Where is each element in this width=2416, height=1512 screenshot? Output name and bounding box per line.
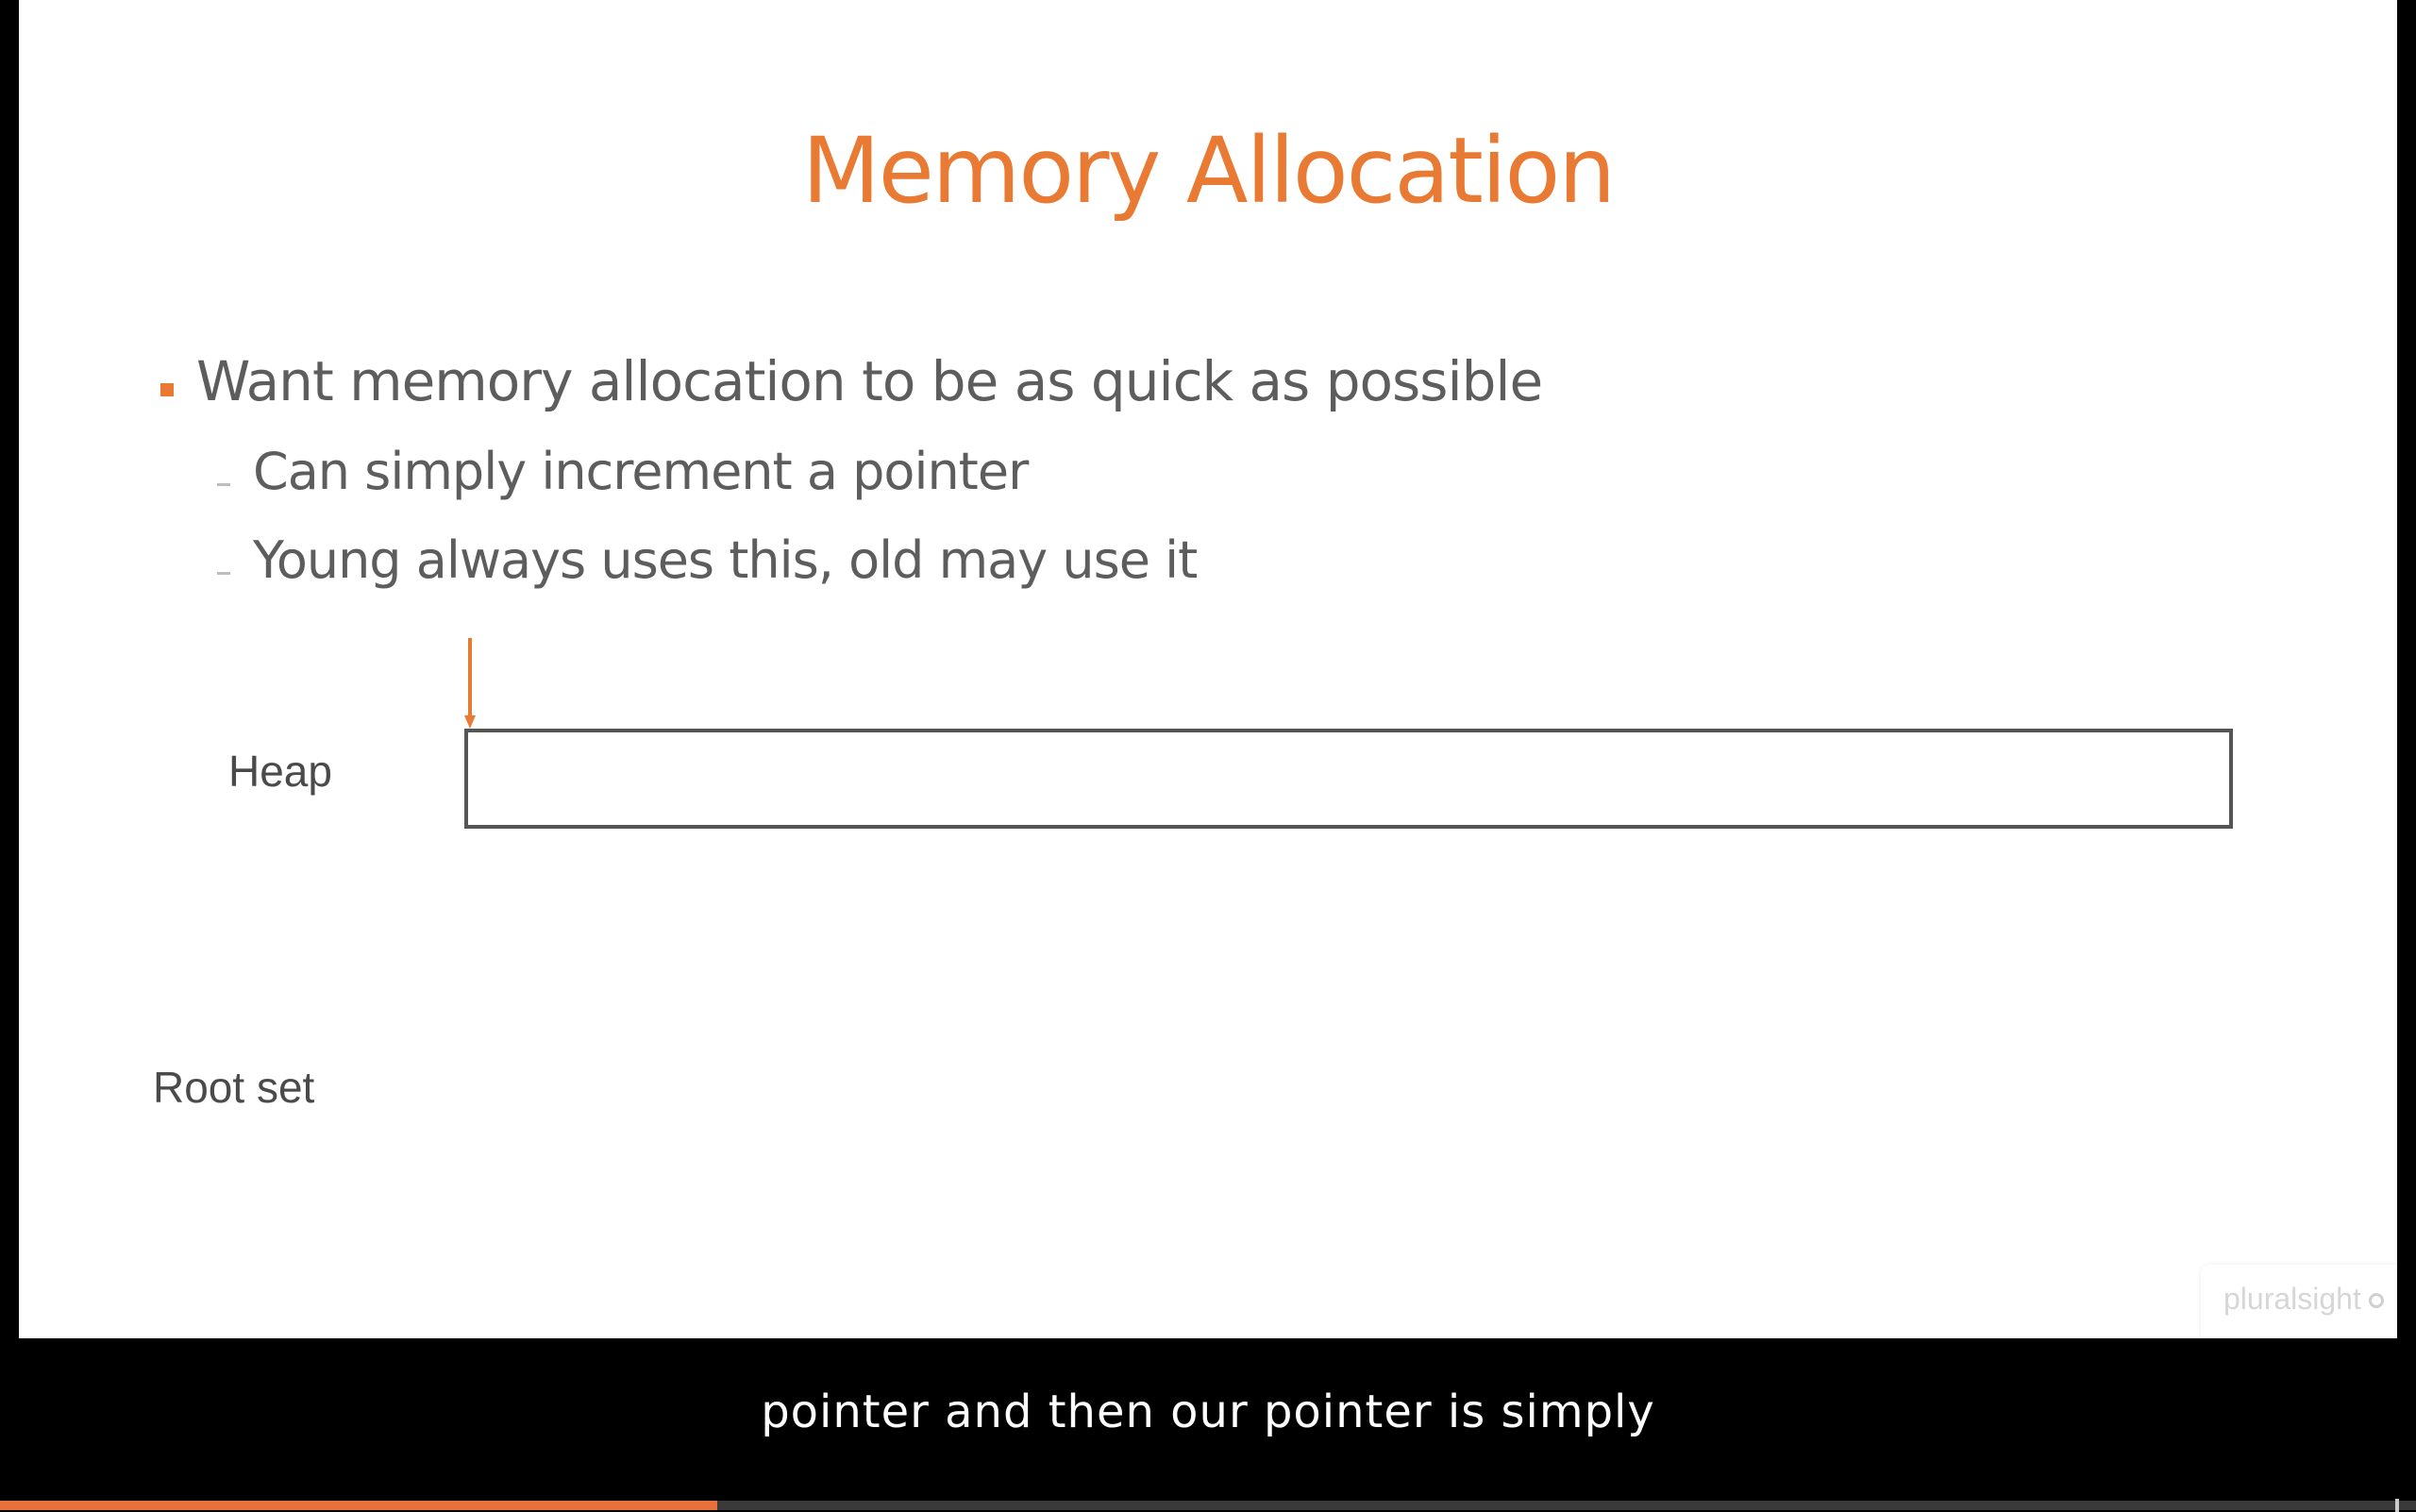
logo-play-icon <box>2369 1293 2384 1308</box>
heap-label: Heap <box>228 747 332 796</box>
pluralsight-logo: pluralsight <box>2201 1265 2397 1338</box>
video-progress-bar[interactable] <box>0 1499 2416 1512</box>
sub-bullet: Young always uses this, old may use it <box>253 530 1198 590</box>
caption-text: pointer and then our pointer is simply <box>761 1386 1655 1438</box>
root-set-label: Root set <box>153 1063 315 1112</box>
video-progress-fill <box>0 1501 718 1510</box>
logo-text: pluralsight <box>2223 1282 2361 1316</box>
bullet-marker <box>160 383 174 396</box>
allocation-pointer-arrow-icon <box>464 638 476 729</box>
sub-bullet-marker <box>217 572 230 575</box>
sub-bullet: Can simply increment a pointer <box>253 442 1029 501</box>
bullet-level1: Want memory allocation to be as quick as… <box>196 349 1543 413</box>
heap-box <box>464 729 2233 829</box>
slide: Memory Allocation Want memory allocation… <box>19 0 2397 1338</box>
slide-title: Memory Allocation <box>801 118 1616 224</box>
sub-bullet-marker <box>217 483 230 486</box>
